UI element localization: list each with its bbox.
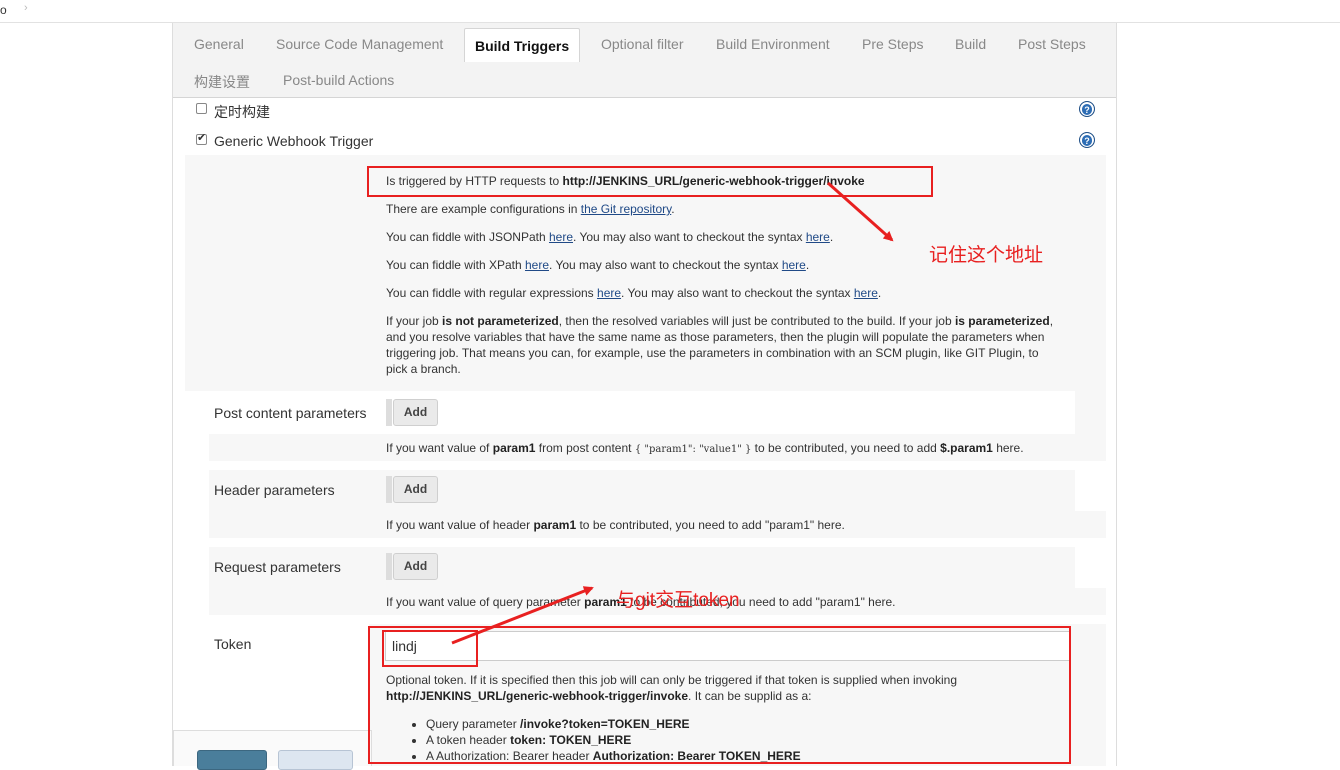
tab-post-build-actions[interactable]: Post-build Actions: [283, 72, 394, 88]
text: If you want value of query parameter: [386, 595, 585, 609]
text: . You may also want to checkout the synt…: [549, 258, 782, 272]
apply-button[interactable]: [278, 750, 353, 770]
add-post-content-parameter-button[interactable]: Add: [393, 399, 438, 426]
text: You can fiddle with JSONPath: [386, 230, 549, 244]
tab-pre-steps[interactable]: Pre Steps: [862, 36, 923, 52]
text: , then the resolved variables will just …: [558, 314, 955, 328]
git-repo-line: There are example configurations in the …: [386, 201, 675, 217]
parameterized-paragraph: If your job is not parameterized, then t…: [386, 313, 1061, 377]
text: If your job: [386, 314, 443, 328]
text: If you want value of: [386, 441, 493, 455]
text: to be contributed, you need to add: [751, 441, 941, 455]
header-params-row: [209, 470, 1075, 511]
annotation-highlight-url: [367, 166, 933, 197]
text: You can fiddle with XPath: [386, 258, 525, 272]
header-parameters-label: Header parameters: [214, 482, 335, 498]
text: here.: [992, 441, 1024, 455]
top-breadcrumb-bar: o ›: [0, 0, 1340, 23]
chevron-right-icon: ›: [24, 2, 28, 14]
add-header-parameter-button[interactable]: Add: [393, 476, 438, 503]
add-request-parameter-button[interactable]: Add: [393, 553, 438, 580]
text: .: [805, 258, 810, 272]
help-icon[interactable]: ?: [1079, 132, 1095, 148]
text: . You may also want to checkout the synt…: [621, 286, 854, 300]
git-repository-link[interactable]: the Git repository: [581, 202, 671, 216]
post-content-parameters-label: Post content parameters: [214, 405, 367, 421]
regex-syntax-link[interactable]: here: [854, 286, 878, 300]
breadcrumb-item[interactable]: o: [0, 3, 7, 17]
code-sample: { "param1": "value1" }: [634, 444, 752, 455]
text: .: [829, 230, 834, 244]
text: You can fiddle with regular expressions: [386, 286, 598, 300]
config-tabs: General Source Code Management Build Tri…: [173, 23, 1116, 98]
repeatable-handle: [386, 553, 392, 580]
xpath-fiddle-link[interactable]: here: [525, 258, 549, 272]
tab-optional-filter[interactable]: Optional filter: [601, 36, 683, 52]
jsonpath-fiddle-link[interactable]: here: [549, 230, 573, 244]
text: .: [877, 286, 882, 300]
xpath-line: You can fiddle with XPath here. You may …: [386, 257, 809, 273]
repeatable-handle: [386, 476, 392, 503]
text-bold: is not parameterized: [442, 314, 559, 328]
text: If you want value of header: [386, 518, 534, 532]
tab-general[interactable]: General: [194, 36, 244, 52]
regex-fiddle-link[interactable]: here: [597, 286, 621, 300]
tab-build-settings[interactable]: 构建设置: [194, 72, 250, 92]
scheduled-build-label: 定时构建: [214, 104, 270, 120]
token-label: Token: [214, 636, 252, 652]
tab-build[interactable]: Build: [955, 36, 986, 52]
tab-build-triggers[interactable]: Build Triggers: [464, 28, 581, 62]
repeatable-handle: [386, 399, 392, 426]
text-bold: $.param1: [940, 441, 993, 455]
tab-source-code-management[interactable]: Source Code Management: [276, 36, 443, 52]
scheduled-build-checkbox[interactable]: [196, 103, 207, 114]
text: to be contributed, you need to add "para…: [576, 518, 845, 532]
text-bold: is parameterized: [954, 314, 1050, 328]
help-glyph: ?: [1082, 105, 1092, 115]
header-params-help-text: If you want value of header param1 to be…: [386, 517, 845, 533]
annotation-remember-url: 记住这个地址: [929, 245, 1044, 266]
jsonpath-syntax-link[interactable]: here: [806, 230, 830, 244]
tab-build-environment[interactable]: Build Environment: [716, 36, 830, 52]
post-content-help-text: If you want value of param1 from post co…: [386, 440, 1024, 458]
generic-webhook-trigger-label: Generic Webhook Trigger: [214, 133, 374, 149]
request-parameters-label: Request parameters: [214, 559, 341, 575]
text: There are example configurations in: [386, 202, 581, 216]
save-button[interactable]: [197, 750, 267, 770]
regex-line: You can fiddle with regular expressions …: [386, 285, 881, 301]
help-glyph: ?: [1082, 136, 1092, 146]
text-bold: param1: [533, 518, 577, 532]
section-edge: [1075, 391, 1106, 434]
xpath-syntax-link[interactable]: here: [782, 258, 806, 272]
text: . You may also want to checkout the synt…: [573, 230, 806, 244]
text: .: [671, 202, 675, 216]
help-icon[interactable]: ?: [1079, 101, 1095, 117]
generic-webhook-trigger-checkbox[interactable]: [196, 131, 207, 145]
annotation-token-note: 与git交互token: [616, 590, 740, 611]
annotation-highlight-token-value: [382, 630, 478, 667]
tab-post-steps[interactable]: Post Steps: [1018, 36, 1086, 52]
text-bold: param1: [492, 441, 536, 455]
jsonpath-line: You can fiddle with JSONPath here. You m…: [386, 229, 833, 245]
text: from post content: [535, 441, 635, 455]
